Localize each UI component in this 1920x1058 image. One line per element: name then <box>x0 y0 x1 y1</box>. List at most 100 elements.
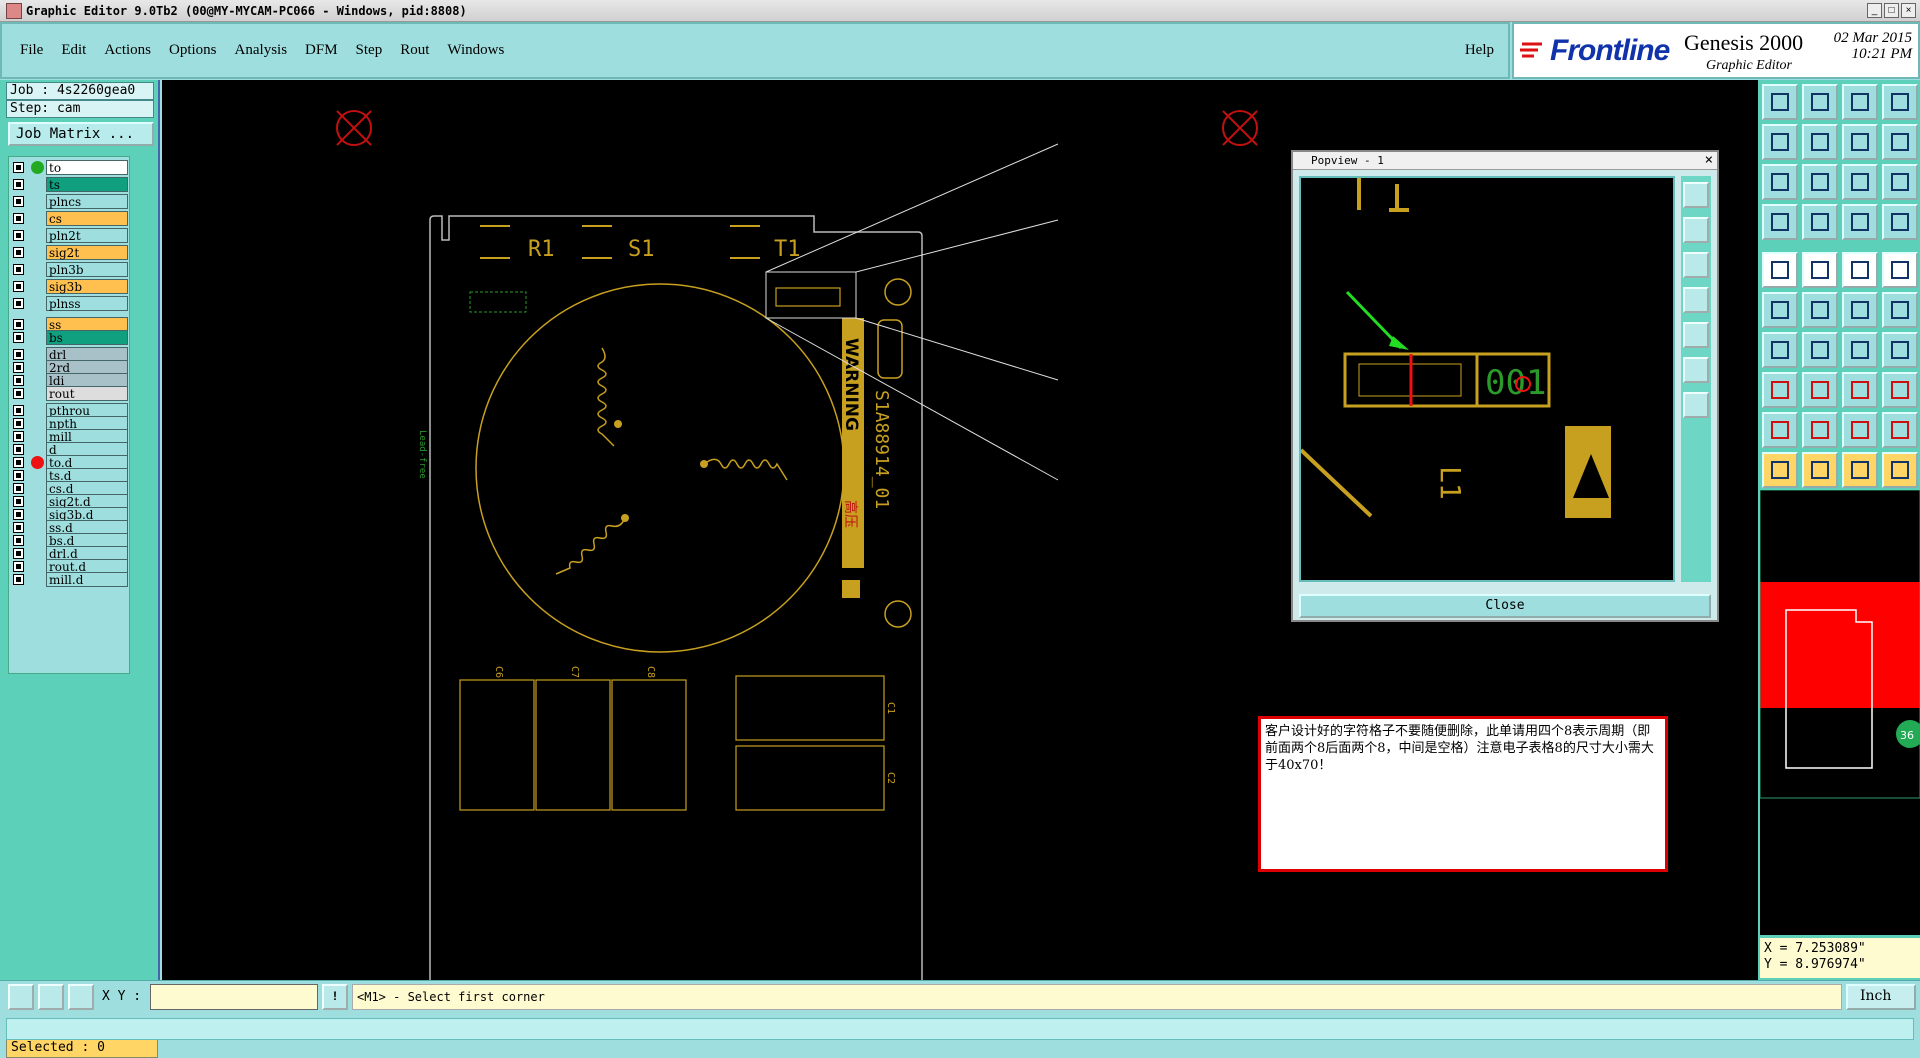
popview-tool-right-icon[interactable] <box>1683 322 1709 348</box>
measure-icon[interactable] <box>1762 204 1798 240</box>
layer-row-plnss[interactable]: plnss <box>11 296 129 311</box>
select-tool-icon[interactable] <box>8 984 34 1010</box>
popview-close-icon[interactable]: × <box>1705 152 1713 169</box>
layer-checkbox[interactable] <box>13 574 24 585</box>
menu-analysis[interactable]: Analysis <box>235 42 288 59</box>
layer-checkbox[interactable] <box>13 230 24 241</box>
pointer-icon[interactable] <box>1762 452 1798 488</box>
slot-icon[interactable] <box>1842 252 1878 288</box>
text-a2-icon[interactable] <box>1882 412 1918 448</box>
line-tool-icon[interactable] <box>38 984 64 1010</box>
expand-icon[interactable] <box>1762 164 1798 200</box>
pointer-select-icon[interactable] <box>1802 452 1838 488</box>
move-right-icon[interactable] <box>1802 124 1838 160</box>
layer-checkbox[interactable] <box>13 375 24 386</box>
layer-row-bs[interactable]: bs <box>11 330 129 345</box>
popview-canvas[interactable]: 001 L1 <box>1299 176 1675 582</box>
layer-checkbox[interactable] <box>13 264 24 275</box>
layer-checkbox[interactable] <box>13 418 24 429</box>
layer-checkbox[interactable] <box>13 522 24 533</box>
node-icon[interactable] <box>1842 292 1878 328</box>
layout-icon[interactable] <box>1882 84 1918 120</box>
layer-row-sig2t[interactable]: sig2t <box>11 245 129 260</box>
layer-row-to[interactable]: to <box>11 160 129 175</box>
layer-name[interactable]: pln2t <box>46 228 128 243</box>
layer-checkbox[interactable] <box>13 483 24 494</box>
arc-icon[interactable] <box>1842 332 1878 368</box>
pan-icon[interactable] <box>1802 164 1838 200</box>
popview-close-button[interactable]: Close <box>1299 594 1711 618</box>
layer-name[interactable]: to <box>46 160 128 175</box>
snap-icon[interactable] <box>1842 204 1878 240</box>
text-a-icon[interactable] <box>1842 412 1878 448</box>
layer-checkbox[interactable] <box>13 213 24 224</box>
layer-checkbox[interactable] <box>13 298 24 309</box>
layer-checkbox[interactable] <box>13 405 24 416</box>
line-icon[interactable] <box>1802 332 1838 368</box>
home-icon[interactable] <box>1842 84 1878 120</box>
layer-checkbox[interactable] <box>13 362 24 373</box>
maximize-button[interactable]: □ <box>1884 3 1899 18</box>
grid-tool-icon[interactable] <box>68 984 94 1010</box>
menu-windows[interactable]: Windows <box>447 42 504 59</box>
hline-icon[interactable] <box>1802 372 1838 408</box>
layer-checkbox[interactable] <box>13 457 24 468</box>
triangle-icon[interactable] <box>1762 412 1798 448</box>
layer-row-pln2t[interactable]: pln2t <box>11 228 129 243</box>
edit-shape-icon[interactable] <box>1802 252 1838 288</box>
layer-name[interactable]: pln3b <box>46 262 128 277</box>
layer-checkbox[interactable] <box>13 388 24 399</box>
angle-icon[interactable] <box>1762 332 1798 368</box>
xy-input[interactable] <box>150 984 318 1010</box>
layer-checkbox[interactable] <box>13 332 24 343</box>
layer-checkbox[interactable] <box>13 319 24 330</box>
snap-all-icon[interactable] <box>1882 204 1918 240</box>
connect-icon[interactable] <box>1762 292 1798 328</box>
layer-name[interactable]: bs <box>46 330 128 345</box>
menu-help[interactable]: Help <box>1465 42 1494 59</box>
popview-tool-up-icon[interactable] <box>1683 217 1709 243</box>
layer-checkbox[interactable] <box>13 444 24 455</box>
minimize-button[interactable]: _ <box>1867 3 1882 18</box>
layer-name[interactable]: sig3b <box>46 279 128 294</box>
layer-name[interactable]: mill.d <box>46 572 128 587</box>
units-selector[interactable]: Inch <box>1846 984 1916 1010</box>
menu-file[interactable]: File <box>20 42 43 59</box>
triangle-fill-icon[interactable] <box>1802 412 1838 448</box>
layer-name[interactable]: plnss <box>46 296 128 311</box>
layer-name[interactable]: ts <box>46 177 128 192</box>
alert-icon[interactable]: ! <box>322 984 348 1010</box>
menu-rout[interactable]: Rout <box>400 42 429 59</box>
layer-checkbox[interactable] <box>13 431 24 442</box>
layer-checkbox[interactable] <box>13 470 24 481</box>
pointer-zoom-icon[interactable] <box>1842 452 1878 488</box>
dimension-icon[interactable] <box>1842 372 1878 408</box>
layer-name[interactable]: plncs <box>46 194 128 209</box>
text-icon[interactable] <box>1882 332 1918 368</box>
menu-edit[interactable]: Edit <box>61 42 86 59</box>
layer-checkbox[interactable] <box>13 349 24 360</box>
popview-tool-left-icon[interactable] <box>1683 287 1709 313</box>
layer-row-rout[interactable]: rout <box>11 386 129 401</box>
menu-actions[interactable]: Actions <box>104 42 151 59</box>
minimap[interactable]: 36 <box>1759 489 1920 935</box>
pointer-multi-icon[interactable] <box>1882 452 1918 488</box>
layer-checkbox[interactable] <box>13 162 24 173</box>
layer-checkbox[interactable] <box>13 548 24 559</box>
menu-dfm[interactable]: DFM <box>305 42 338 59</box>
menu-options[interactable]: Options <box>169 42 217 59</box>
layer-row-pln3b[interactable]: pln3b <box>11 262 129 277</box>
popview-tool-zoom-out-icon[interactable] <box>1683 392 1709 418</box>
layer-row-ts[interactable]: ts <box>11 177 129 192</box>
layer-checkbox[interactable] <box>13 196 24 207</box>
layer-name[interactable]: rout <box>46 386 128 401</box>
layer-name[interactable]: cs <box>46 211 128 226</box>
popview-tool-fit-icon[interactable] <box>1683 182 1709 208</box>
grid-icon[interactable] <box>1802 204 1838 240</box>
layer-checkbox[interactable] <box>13 247 24 258</box>
job-matrix-button[interactable]: Job Matrix ... <box>8 122 154 146</box>
layer-row-sig3b[interactable]: sig3b <box>11 279 129 294</box>
layer-row-mill-d[interactable]: mill.d <box>11 572 129 587</box>
cross-icon[interactable] <box>1802 292 1838 328</box>
popview-tool-zoom-in-icon[interactable] <box>1683 357 1709 383</box>
